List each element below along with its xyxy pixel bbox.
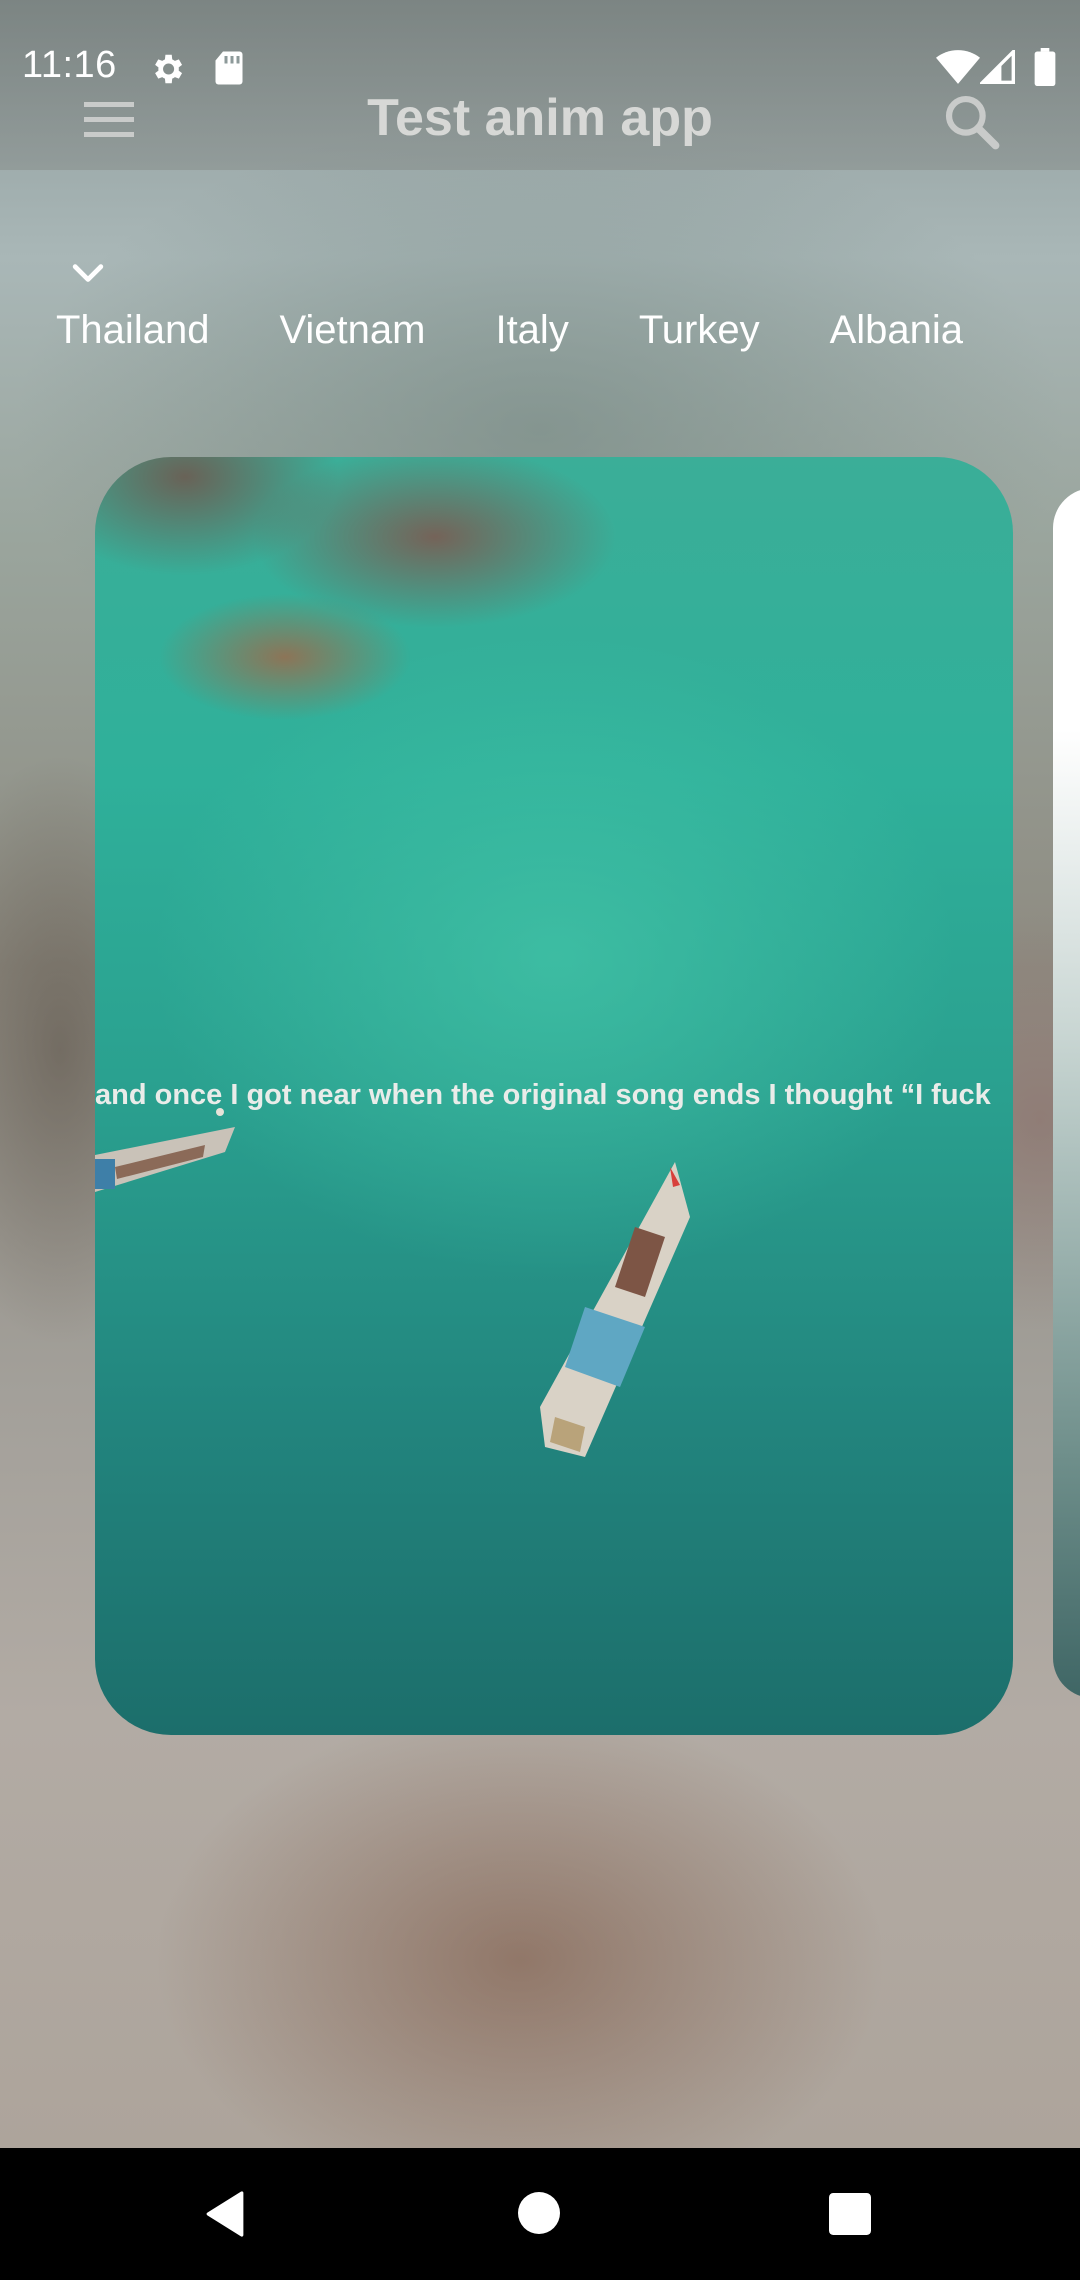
navigation-bar	[0, 2148, 1080, 2280]
battery-icon	[1034, 48, 1056, 86]
tab-thailand[interactable]: Thailand	[56, 308, 209, 353]
tab-italy[interactable]: Italy	[495, 308, 568, 353]
video-caption: and once I got near when the original so…	[95, 1079, 991, 1111]
sd-card-icon	[215, 51, 243, 85]
next-card-peek[interactable]	[1053, 488, 1080, 1698]
tab-vietnam[interactable]: Vietnam	[279, 308, 425, 353]
tab-turkey[interactable]: Turkey	[639, 308, 760, 353]
video-card[interactable]: and once I got near when the original so…	[95, 457, 1013, 1735]
tab-albania[interactable]: Albania	[830, 308, 963, 353]
app-title: Test anim app	[367, 89, 713, 147]
search-icon[interactable]	[940, 90, 1002, 152]
recents-icon[interactable]	[829, 2193, 871, 2235]
status-time: 11:16	[22, 44, 117, 86]
back-icon[interactable]	[204, 2190, 246, 2238]
settings-icon	[155, 54, 183, 84]
chevron-down-icon[interactable]	[66, 252, 110, 296]
country-tabs: Thailand Vietnam Italy Turkey Albania	[56, 300, 1033, 360]
home-icon[interactable]	[518, 2192, 560, 2234]
boat-image-center	[540, 1162, 690, 1457]
signal-icon	[980, 50, 1015, 84]
boat-image-left	[95, 1108, 235, 1192]
wifi-icon	[936, 50, 980, 84]
